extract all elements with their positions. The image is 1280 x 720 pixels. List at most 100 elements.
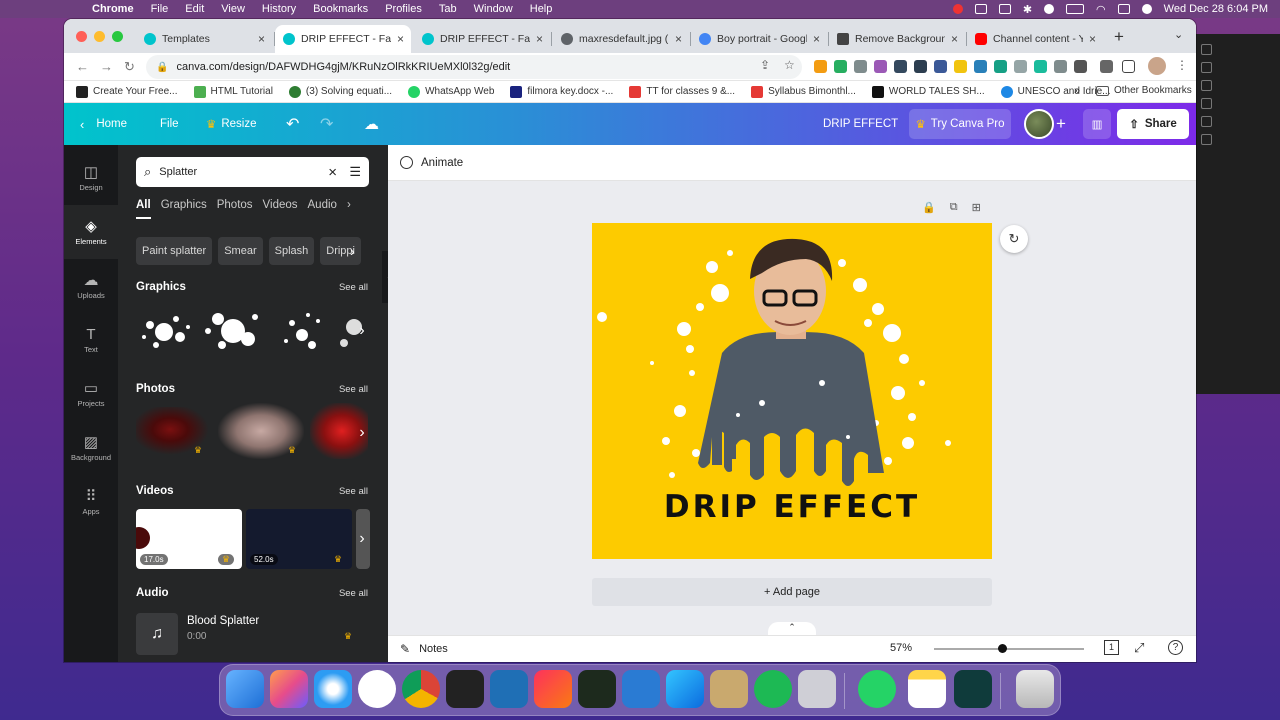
wifi-icon[interactable]: ◠ (1096, 3, 1106, 16)
rail-design[interactable]: ◫ Design (64, 151, 118, 205)
close-tab-icon[interactable]: × (1089, 32, 1096, 46)
extensions-puzzle-icon[interactable] (1100, 60, 1113, 73)
notes-button[interactable]: ✎ Notes (400, 642, 448, 656)
video-thumb[interactable]: 17.0s ♛ (136, 509, 242, 569)
back-icon[interactable]: ← (76, 59, 89, 74)
lock-page-icon[interactable]: 🔒 (922, 201, 936, 214)
menubar-app-name[interactable]: Chrome (92, 3, 134, 15)
chip-smear[interactable]: Smear (218, 237, 263, 265)
browser-tab-active[interactable]: DRIP EFFECT - Faceb × (275, 25, 411, 53)
bookmark-item[interactable]: HTML Tutorial (193, 85, 273, 98)
extension-icon[interactable] (934, 60, 947, 73)
url-bar[interactable]: 🔒 canva.com/design/DAFWDHG4gjM/KRuNzOlRk… (146, 55, 802, 79)
bookmarks-overflow-icon[interactable]: » (1074, 85, 1080, 97)
video-thumb[interactable]: 52.0s ♛ (246, 509, 352, 569)
redo-icon[interactable]: ↷ (320, 103, 333, 145)
videos-see-all[interactable]: See all (339, 486, 368, 497)
finder-icon[interactable] (226, 670, 264, 708)
siri-icon[interactable] (1141, 4, 1152, 14)
extension-icon[interactable] (1014, 60, 1027, 73)
tab-search-chevron-icon[interactable]: ⌄ (1174, 28, 1183, 41)
rail-projects[interactable]: ▭ Projects (64, 367, 118, 421)
trash-icon[interactable] (1016, 670, 1054, 708)
design-canvas[interactable]: DRIP EFFECT (592, 223, 992, 559)
user-avatar[interactable] (1024, 109, 1054, 139)
control-center-icon[interactable] (1117, 4, 1130, 14)
zoom-slider-knob[interactable] (997, 644, 1007, 653)
chrome-icon[interactable] (402, 670, 440, 708)
extension-icon[interactable] (894, 60, 907, 73)
menu-history[interactable]: History (262, 3, 296, 15)
extension-icon[interactable] (1074, 60, 1087, 73)
design-headline[interactable]: DRIP EFFECT (592, 489, 992, 525)
menu-file[interactable]: File (151, 3, 169, 15)
extension-icon[interactable] (814, 60, 827, 73)
bookmark-item[interactable]: UNESCO and Idrie... (1000, 85, 1110, 98)
extension-icon[interactable] (874, 60, 887, 73)
regenerate-icon[interactable]: ↻ (1000, 225, 1028, 253)
affinity-icon[interactable] (358, 670, 396, 708)
tabs-next-icon[interactable]: › (347, 199, 351, 219)
tab-videos[interactable]: Videos (263, 199, 298, 219)
close-tab-icon[interactable]: × (675, 32, 682, 46)
music-note-icon[interactable]: ♫ (136, 613, 178, 655)
close-tab-icon[interactable]: × (813, 32, 820, 46)
browser-tab[interactable]: maxresdefault.jpg (12 × (553, 25, 689, 53)
rail-background[interactable]: ▨ Background (64, 421, 118, 475)
add-page-button[interactable]: + Add page (592, 578, 992, 606)
app-store-icon[interactable] (666, 670, 704, 708)
extension-icon[interactable] (974, 60, 987, 73)
close-window-button[interactable] (76, 31, 87, 42)
splatter-graphic-thumb[interactable] (136, 307, 194, 357)
photos-see-all[interactable]: See all (339, 384, 368, 395)
add-page-icon[interactable]: ⊞ (972, 201, 981, 214)
rail-text[interactable]: T Text (64, 313, 118, 367)
animate-icon[interactable] (400, 156, 413, 169)
share-page-icon[interactable]: ⇪ (760, 58, 770, 72)
menu-edit[interactable]: Edit (185, 3, 204, 15)
search-input[interactable]: ⌕ Splatter × ☰ (136, 157, 369, 187)
zoom-slider[interactable] (934, 644, 1084, 653)
rail-apps[interactable]: ⠿ Apps (64, 475, 118, 529)
page-count-icon[interactable]: 1 (1104, 640, 1119, 655)
tab-all[interactable]: All (136, 199, 151, 219)
bookmark-item[interactable]: WORLD TALES SH... (871, 85, 985, 98)
url-text[interactable]: canva.com/design/DAFWDHG4gjM/KRuNzOlRkKR… (176, 61, 510, 73)
filmora-icon[interactable] (954, 670, 992, 708)
terminal-icon[interactable] (446, 670, 484, 708)
bluetooth-icon[interactable]: ✱ (1023, 3, 1032, 16)
chip-paint-splatter[interactable]: Paint splatter (136, 237, 213, 265)
graphics-see-all[interactable]: See all (339, 282, 368, 293)
share-button[interactable]: ⇧ Share (1117, 109, 1189, 139)
user-icon[interactable] (1044, 4, 1055, 14)
archive-icon[interactable] (710, 670, 748, 708)
try-canva-pro-button[interactable]: ♛ Try Canva Pro (909, 109, 1011, 139)
status-icon[interactable] (974, 4, 987, 14)
browser-tab[interactable]: DRIP EFFECT - Faceb × (414, 25, 550, 53)
zoom-window-button[interactable] (112, 31, 123, 42)
menu-tab[interactable]: Tab (439, 3, 457, 15)
battery-icon[interactable] (1066, 4, 1085, 14)
tab-graphics[interactable]: Graphics (161, 199, 207, 219)
other-bookmarks[interactable]: Other Bookmarks (1096, 85, 1192, 96)
launchpad-icon[interactable] (270, 670, 308, 708)
iterm-icon[interactable] (578, 670, 616, 708)
insights-icon[interactable]: ▥ (1083, 109, 1111, 139)
notes-icon[interactable] (908, 670, 946, 708)
close-tab-icon[interactable]: × (258, 32, 265, 46)
audio-see-all[interactable]: See all (339, 588, 368, 599)
close-tab-icon[interactable]: × (536, 32, 543, 46)
tab-photos[interactable]: Photos (217, 199, 253, 219)
browser-tab[interactable]: Boy portrait - Google × (691, 25, 827, 53)
menu-help[interactable]: Help (530, 3, 553, 15)
reload-icon[interactable]: ↻ (124, 59, 135, 75)
add-collaborator-icon[interactable]: + (1056, 103, 1066, 145)
record-icon[interactable] (952, 4, 963, 14)
close-tab-icon[interactable]: × (397, 32, 404, 46)
bookmark-item[interactable]: (3) Solving equati... (288, 85, 392, 98)
forward-icon[interactable]: → (100, 59, 113, 74)
profile-avatar[interactable] (1148, 57, 1166, 75)
search-value[interactable]: Splatter (159, 166, 197, 178)
extension-icon[interactable] (954, 60, 967, 73)
resize-button[interactable]: ♛ Resize (206, 103, 256, 145)
